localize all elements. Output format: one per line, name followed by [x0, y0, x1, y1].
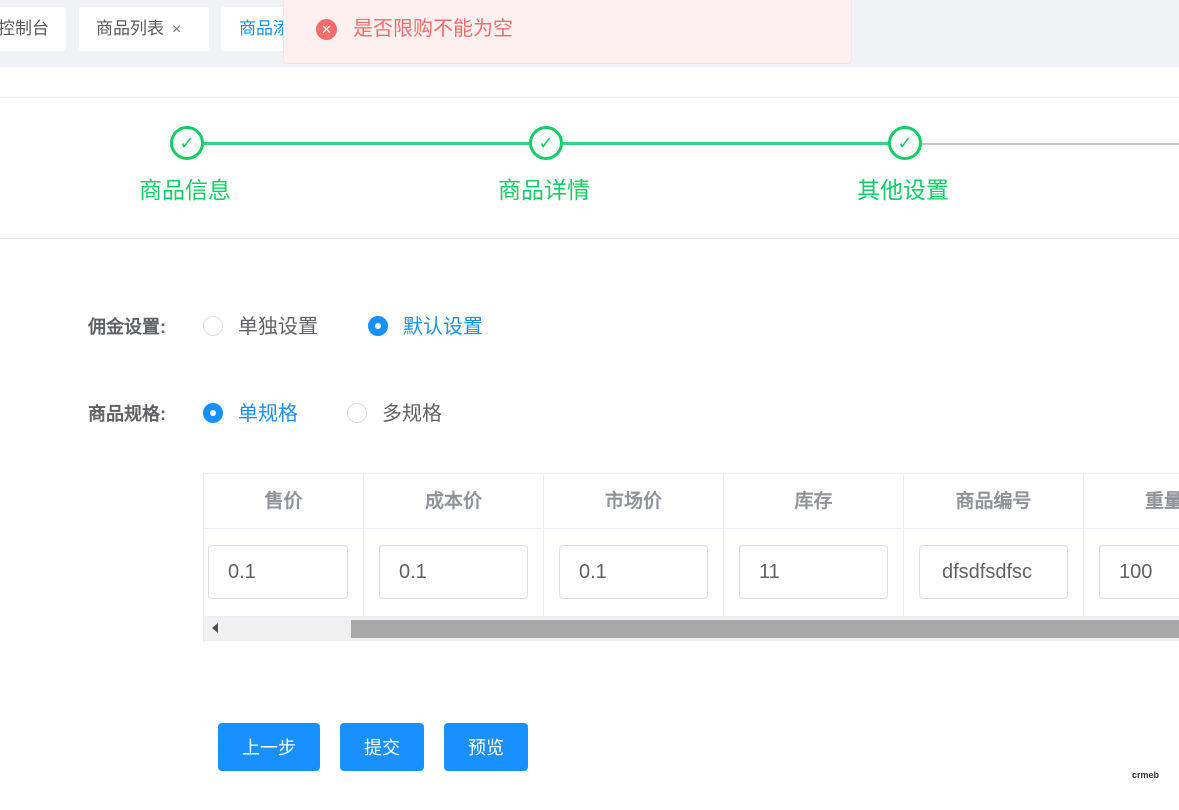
tab-label: 商品列表	[96, 19, 164, 38]
radio-checked-icon	[368, 316, 388, 336]
radio-commission-individual[interactable]: 单独设置	[203, 314, 318, 340]
table-cell	[204, 529, 364, 617]
divider	[0, 238, 1179, 239]
error-message-toast: ✕ 是否限购不能为空	[283, 0, 852, 64]
tab-label: 商品添加	[239, 19, 287, 38]
check-icon: ✓	[170, 126, 204, 160]
radio-icon	[203, 316, 223, 336]
tab-label: 控制台	[0, 19, 49, 38]
error-circle-icon: ✕	[316, 19, 337, 40]
column-header: 市场价	[544, 474, 724, 529]
step-title-product-info: 商品信息	[139, 177, 231, 203]
market-price-input[interactable]	[559, 545, 708, 599]
column-header: 库存	[724, 474, 904, 529]
table-cell	[544, 529, 724, 617]
card-border	[0, 97, 1179, 98]
cost-input[interactable]	[379, 545, 528, 599]
table-cell	[904, 529, 1084, 617]
tab-product-add[interactable]: 商品添加	[221, 7, 287, 51]
radio-spec-single[interactable]: 单规格	[203, 401, 298, 427]
price-input[interactable]	[208, 545, 348, 599]
tab-product-list[interactable]: 商品列表 ×	[79, 7, 209, 51]
horizontal-scrollbar[interactable]	[204, 617, 1179, 641]
radio-label: 单独设置	[238, 316, 318, 338]
radio-commission-default[interactable]: 默认设置	[368, 314, 483, 340]
spec-label: 商品规格:	[88, 404, 166, 424]
check-icon: ✓	[888, 126, 922, 160]
step-title-other-settings: 其他设置	[857, 177, 949, 203]
table-cell	[1084, 529, 1179, 617]
radio-icon	[347, 403, 367, 423]
step-title-product-detail: 商品详情	[498, 177, 590, 203]
toast-message: 是否限购不能为空	[353, 18, 513, 40]
tab-dashboard[interactable]: 控制台	[0, 7, 66, 51]
radio-label: 默认设置	[403, 316, 483, 338]
step-connector	[922, 143, 1179, 145]
column-header: 售价	[204, 474, 364, 529]
radio-label: 单规格	[238, 403, 298, 425]
submit-button[interactable]: 提交	[340, 723, 424, 771]
close-icon[interactable]: ×	[172, 8, 181, 51]
step-connector	[563, 142, 889, 145]
preview-button[interactable]: 预览	[444, 723, 528, 771]
commission-label: 佣金设置:	[88, 317, 166, 337]
check-icon: ✓	[529, 126, 563, 160]
radio-spec-multiple[interactable]: 多规格	[347, 401, 442, 427]
watermark-logo: crmeb	[1132, 770, 1160, 780]
column-header: 成本价	[364, 474, 544, 529]
radio-label: 多规格	[382, 403, 442, 425]
table-cell	[364, 529, 544, 617]
spec-table: 售价 成本价 市场价 库存 商品编号 重量（	[203, 473, 1179, 643]
scrollbar-thumb[interactable]	[351, 620, 1179, 638]
column-header: 重量（	[1084, 474, 1179, 529]
product-code-input[interactable]	[919, 545, 1068, 599]
radio-checked-icon	[203, 403, 223, 423]
table-cell	[724, 529, 904, 617]
column-header: 商品编号	[904, 474, 1084, 529]
prev-step-button[interactable]: 上一步	[218, 723, 320, 771]
step-connector	[204, 142, 530, 145]
stock-input[interactable]	[739, 545, 888, 599]
weight-input[interactable]	[1099, 545, 1179, 599]
scroll-left-arrow-icon[interactable]	[212, 623, 218, 633]
